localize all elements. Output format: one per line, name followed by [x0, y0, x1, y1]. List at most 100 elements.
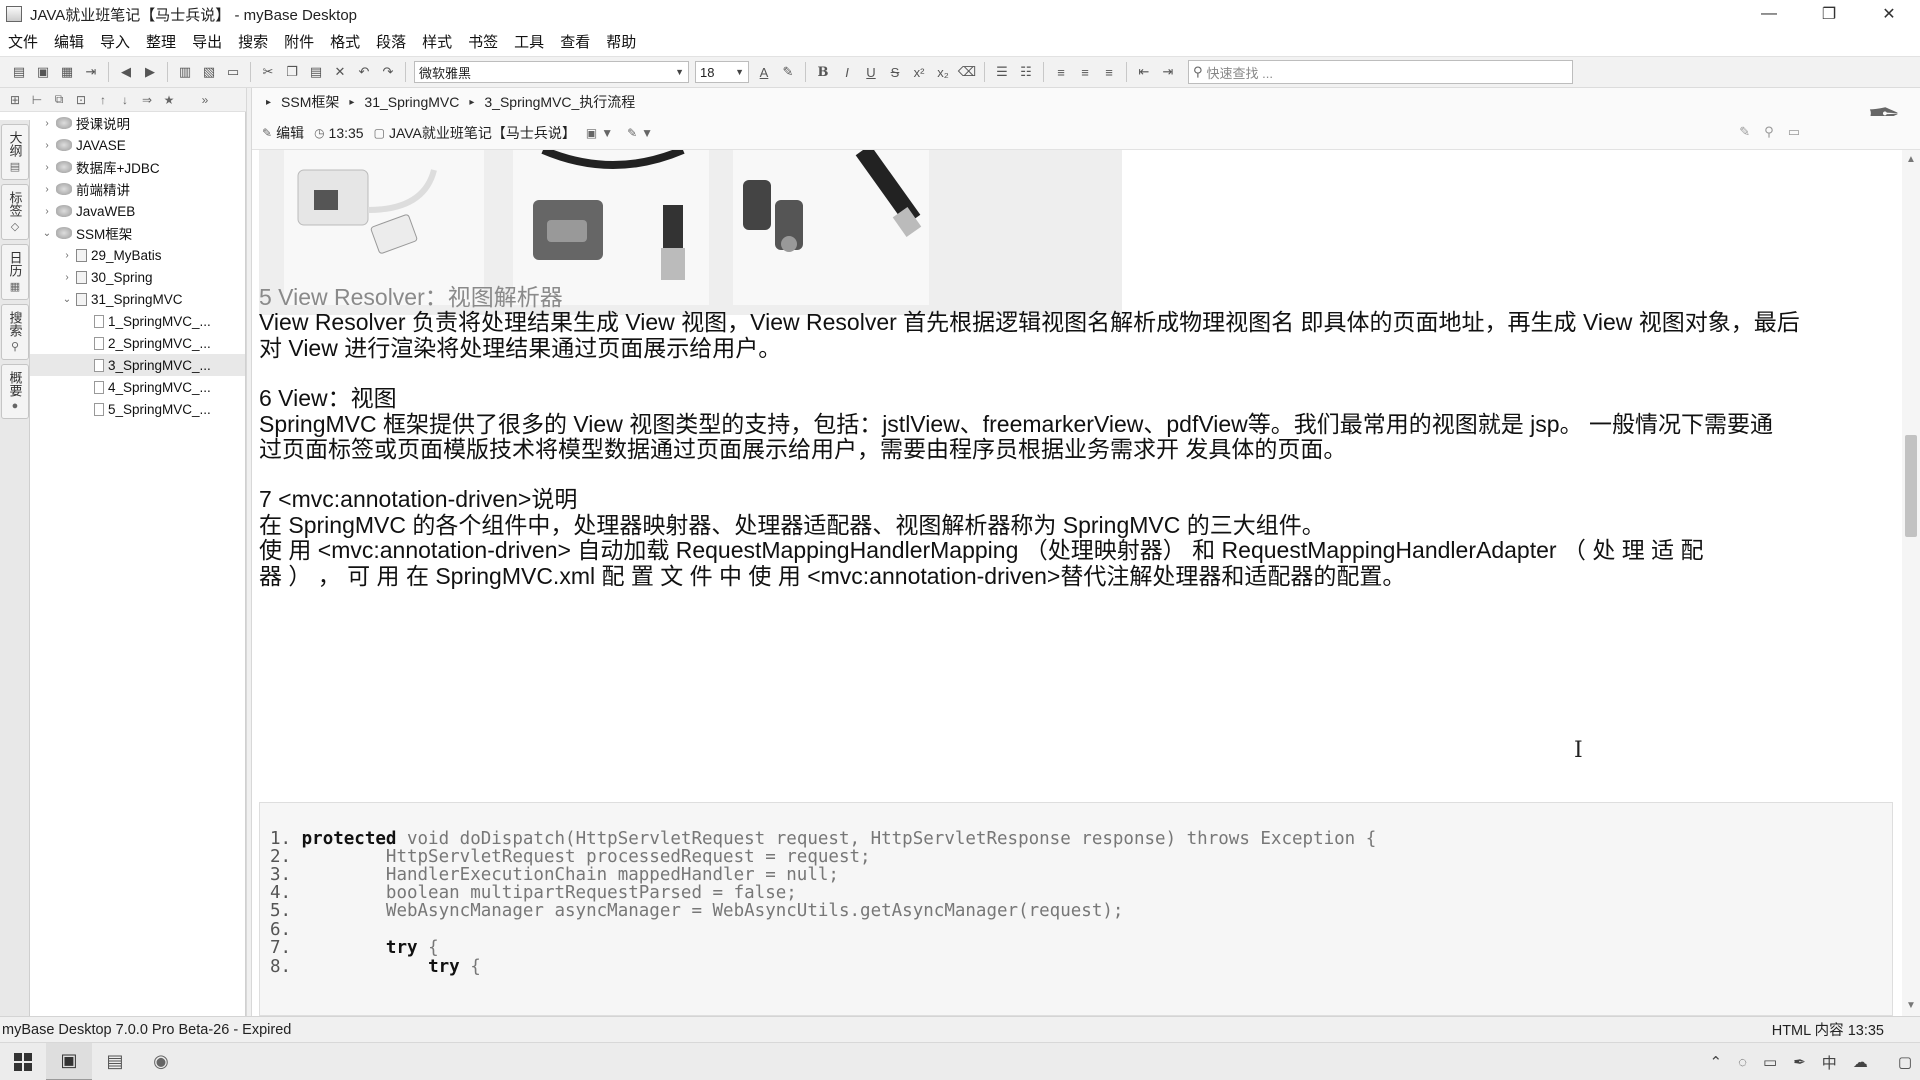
new-note-icon[interactable]: ▤ — [8, 61, 30, 83]
outdent-icon[interactable]: ⇤ — [1133, 61, 1155, 83]
tab-summary[interactable]: 概要 ● — [1, 364, 29, 419]
minimize-button[interactable]: — — [1740, 0, 1798, 28]
tree-item-授课说明[interactable]: › 授课说明 — [30, 112, 245, 134]
back-icon[interactable]: ◀ — [115, 61, 137, 83]
tree-new-icon[interactable]: ⊞ — [4, 93, 26, 107]
taskbar-app-notepad[interactable]: ▤ — [92, 1043, 138, 1080]
indent-icon[interactable]: ⇥ — [1157, 61, 1179, 83]
menu-style[interactable]: 样式 — [414, 31, 460, 52]
menu-organize[interactable]: 整理 — [138, 31, 184, 52]
menu-attachments[interactable]: 附件 — [276, 31, 322, 52]
notifications-icon[interactable]: ▢ — [1898, 1053, 1912, 1071]
tree-item-mybatis[interactable]: › 29_MyBatis — [30, 244, 245, 266]
redo-icon[interactable]: ↷ — [377, 61, 399, 83]
tree-child-icon[interactable]: ⊢ — [26, 93, 48, 107]
note-editor[interactable]: 5 View Resolver：视图解析器 View Resolver 负责将处… — [252, 150, 1902, 1016]
chevron-right-icon[interactable]: › — [40, 184, 54, 195]
menu-edit[interactable]: 编辑 — [46, 31, 92, 52]
ime-indicator[interactable]: 中 — [1822, 1052, 1837, 1073]
align-right-icon[interactable]: ≡ — [1098, 61, 1120, 83]
start-button[interactable] — [0, 1043, 46, 1080]
chevron-down-icon[interactable]: ⌄ — [60, 294, 74, 305]
align-center-icon[interactable]: ≡ — [1074, 61, 1096, 83]
tree-item-springmvc-1[interactable]: 1_SpringMVC_... — [30, 310, 245, 332]
menu-paragraph[interactable]: 段落 — [368, 31, 414, 52]
zoom-icon[interactable]: ⚲ — [1764, 124, 1774, 140]
chevron-right-icon[interactable]: › — [60, 250, 74, 261]
panel-toggle-icon[interactable]: ▭ — [1788, 124, 1800, 140]
editor-scrollbar[interactable]: ▲ ▼ — [1902, 150, 1920, 1016]
menu-help[interactable]: 帮助 — [598, 31, 644, 52]
menu-tools[interactable]: 工具 — [506, 31, 552, 52]
clear-format-icon[interactable]: ⌫ — [956, 61, 978, 83]
maximize-button[interactable]: ❐ — [1800, 0, 1858, 28]
chevron-right-icon[interactable]: › — [40, 140, 54, 151]
undo-icon[interactable]: ↶ — [353, 61, 375, 83]
tree-item-frontend[interactable]: › 前端精讲 — [30, 178, 245, 200]
tab-outline[interactable]: 大纲 ▤ — [1, 124, 29, 180]
cut-icon[interactable]: ✂ — [257, 61, 279, 83]
chat-icon[interactable]: ▭ — [1763, 1053, 1777, 1071]
tree-item-springmvc-4[interactable]: 4_SpringMVC_... — [30, 376, 245, 398]
menu-view[interactable]: 查看 — [552, 31, 598, 52]
forward-icon[interactable]: ▶ — [139, 61, 161, 83]
chevron-down-icon[interactable]: ⌄ — [40, 228, 54, 239]
chevron-right-icon[interactable]: › — [40, 206, 54, 217]
import-icon[interactable]: ⇥ — [80, 61, 102, 83]
italic-icon[interactable]: I — [836, 61, 858, 83]
delete-icon[interactable]: ✕ — [329, 61, 351, 83]
tab-tags[interactable]: 标签 ◇ — [1, 184, 29, 240]
tree-item-springmvc-3[interactable]: 3_SpringMVC_... — [30, 354, 245, 376]
edit-mode-toggle[interactable]: ✎ 编辑 — [262, 123, 304, 143]
scroll-up-icon[interactable]: ▲ — [1906, 154, 1916, 165]
tab-search[interactable]: 搜索 ⚲ — [1, 304, 29, 360]
copy-icon[interactable]: ❐ — [281, 61, 303, 83]
font-family-select[interactable]: 微软雅黑 ▼ — [414, 61, 689, 83]
favorite-icon[interactable]: ★ — [158, 93, 180, 107]
scroll-down-icon[interactable]: ▼ — [1906, 1000, 1916, 1011]
scrollbar-thumb[interactable] — [1905, 435, 1917, 537]
tree-item-database-jdbc[interactable]: › 数据库+JDBC — [30, 156, 245, 178]
tree-item-ssm[interactable]: ⌄ SSM框架 — [30, 222, 245, 244]
tree-item-javaweb[interactable]: › JavaWEB — [30, 200, 245, 222]
subscript-icon[interactable]: x₂ — [932, 61, 954, 83]
tree-item-spring[interactable]: › 30_Spring — [30, 266, 245, 288]
menu-search[interactable]: 搜索 — [230, 31, 276, 52]
menu-file[interactable]: 文件 — [0, 31, 46, 52]
chevron-right-icon[interactable]: › — [40, 162, 54, 173]
taskbar-app-mybase[interactable]: ▣ — [46, 1042, 92, 1080]
panel-icon[interactable]: ▭ — [222, 61, 244, 83]
tree-item-springmvc-2[interactable]: 2_SpringMVC_... — [30, 332, 245, 354]
text-color-icon[interactable]: A — [753, 61, 775, 83]
paste-icon[interactable]: ▤ — [305, 61, 327, 83]
taskbar-app-browser[interactable]: ◉ — [138, 1043, 184, 1080]
align-left-icon[interactable]: ≡ — [1050, 61, 1072, 83]
pen-icon[interactable]: ✒ — [1793, 1053, 1806, 1071]
breadcrumb-item[interactable]: SSM框架 — [281, 92, 339, 112]
menu-format[interactable]: 格式 — [322, 31, 368, 52]
layout-alt-icon[interactable]: ▧ — [198, 61, 220, 83]
layout-icon[interactable]: ▥ — [174, 61, 196, 83]
font-size-select[interactable]: 18 ▼ — [695, 61, 749, 83]
tree-item-javase[interactable]: › JAVASE — [30, 134, 245, 156]
menu-export[interactable]: 导出 — [184, 31, 230, 52]
move-down-icon[interactable]: ↓ — [114, 93, 136, 107]
note-database[interactable]: ▢ JAVA就业班笔记【马士兵说】 — [374, 123, 576, 143]
close-button[interactable]: ✕ — [1860, 0, 1918, 28]
underline-icon[interactable]: U — [860, 61, 882, 83]
save-icon[interactable]: ▣ — [32, 61, 54, 83]
network-icon[interactable]: ◌ — [1738, 1054, 1747, 1071]
save-all-icon[interactable]: ▦ — [56, 61, 78, 83]
tree-item-springmvc[interactable]: ⌄ 31_SpringMVC — [30, 288, 245, 310]
tree-copy-icon[interactable]: ⧉ — [48, 92, 70, 107]
tree-item-springmvc-5[interactable]: 5_SpringMVC_... — [30, 398, 245, 420]
menu-bookmarks[interactable]: 书签 — [460, 31, 506, 52]
move-right-icon[interactable]: ⇒ — [136, 93, 158, 107]
save-dropdown[interactable]: ▣ ▼ — [586, 126, 617, 140]
bullet-list-icon[interactable]: ☷ — [1015, 61, 1037, 83]
move-up-icon[interactable]: ↑ — [92, 93, 114, 107]
breadcrumb-item[interactable]: 31_SpringMVC — [364, 94, 459, 110]
chevron-right-icon[interactable]: › — [40, 118, 54, 129]
chevron-right-icon[interactable]: › — [60, 272, 74, 283]
edit-icon[interactable]: ✎ — [1739, 124, 1750, 140]
